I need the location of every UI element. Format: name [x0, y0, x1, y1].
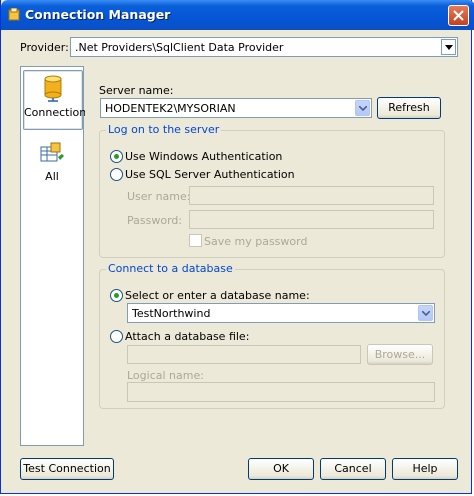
database-cylinder-icon — [44, 75, 62, 102]
app-icon — [8, 7, 20, 22]
title-bar[interactable]: Connection Manager — [1, 0, 474, 30]
sql-auth-label[interactable]: Use SQL Server Authentication — [125, 168, 295, 181]
password-field[interactable] — [189, 210, 434, 229]
provider-label: Provider: — [20, 41, 69, 54]
connection-manager-window: Connection Manager Provider: .Net Provid… — [0, 0, 474, 494]
save-password-label[interactable]: Save my password — [204, 235, 307, 248]
windows-auth-label[interactable]: Use Windows Authentication — [125, 150, 282, 163]
cancel-button[interactable]: Cancel — [320, 458, 386, 480]
select-database-radio[interactable] — [110, 289, 123, 302]
attach-database-label[interactable]: Attach a database file: — [125, 330, 249, 343]
close-button[interactable] — [448, 5, 469, 26]
server-name-value: HODENTEK2\MYSORIAN — [105, 102, 236, 115]
chevron-down-icon — [422, 311, 430, 316]
sidebar-item-label: All — [45, 170, 59, 183]
user-name-field[interactable] — [189, 186, 434, 205]
windows-auth-radio[interactable] — [110, 150, 123, 163]
database-name-value: TestNorthwind — [132, 307, 211, 320]
select-database-label[interactable]: Select or enter a database name: — [125, 289, 310, 302]
page-selector-sidebar: Connection All — [20, 66, 87, 446]
window-title: Connection Manager — [25, 7, 171, 22]
connection-page: Server name: HODENTEK2\MYSORIAN Refresh … — [85, 66, 457, 446]
chevron-down-icon — [359, 106, 367, 111]
database-name-combobox[interactable]: TestNorthwind — [127, 303, 435, 323]
refresh-button[interactable]: Refresh — [377, 97, 441, 119]
save-password-checkbox[interactable] — [189, 234, 202, 247]
ok-button[interactable]: OK — [248, 458, 314, 480]
close-icon — [453, 10, 464, 21]
database-group-title: Connect to a database — [106, 262, 235, 275]
sql-auth-radio[interactable] — [110, 168, 123, 181]
logical-name-field[interactable] — [127, 382, 435, 402]
logical-name-label: Logical name: — [127, 369, 204, 382]
provider-dropdown[interactable]: .Net Providers\SqlClient Data Provider — [70, 37, 458, 57]
sidebar-item-connection[interactable]: Connection — [23, 70, 87, 130]
database-file-field[interactable] — [127, 345, 361, 364]
provider-dropdown-button[interactable] — [441, 39, 456, 55]
help-button[interactable]: Help — [392, 458, 458, 480]
server-dropdown-button[interactable] — [355, 100, 370, 116]
browse-button[interactable]: Browse... — [367, 344, 433, 365]
logon-group-title: Log on to the server — [106, 123, 222, 136]
server-name-combobox[interactable]: HODENTEK2\MYSORIAN — [100, 98, 372, 118]
sidebar-item-label: Connection — [24, 106, 87, 119]
test-connection-button[interactable]: Test Connection — [20, 458, 114, 480]
provider-value: .Net Providers\SqlClient Data Provider — [75, 41, 284, 54]
database-dropdown-button[interactable] — [418, 305, 433, 321]
password-label: Password: — [127, 214, 183, 227]
attach-database-radio[interactable] — [110, 330, 123, 343]
server-name-label: Server name: — [99, 84, 174, 97]
user-name-label: User name: — [127, 190, 191, 203]
chevron-down-icon — [445, 45, 453, 50]
properties-grid-icon — [40, 142, 64, 162]
sidebar-item-all[interactable]: All — [23, 141, 81, 191]
